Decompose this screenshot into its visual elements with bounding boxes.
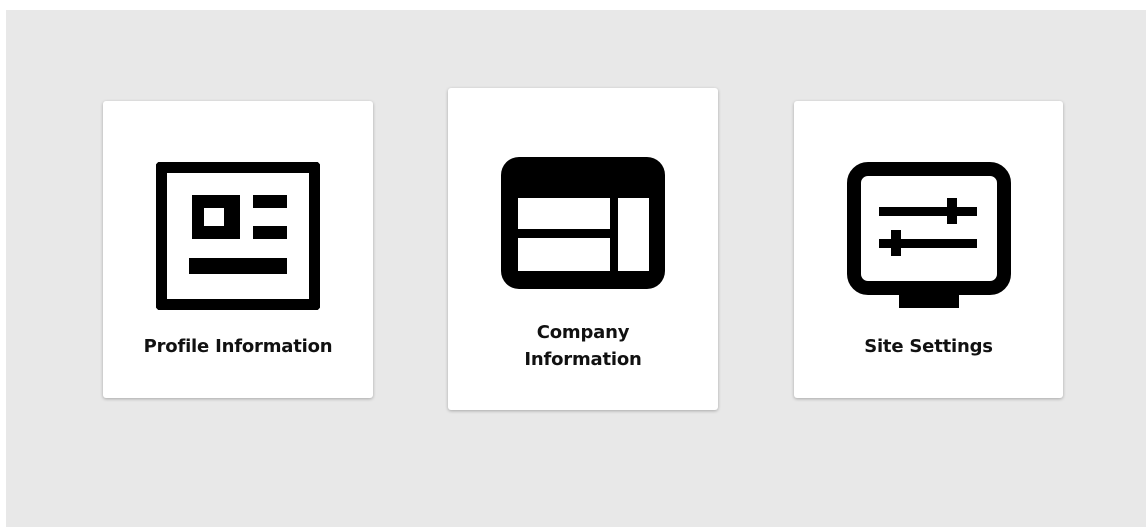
profile-card-icon xyxy=(156,162,320,310)
profile-information-label: Profile Information xyxy=(143,336,333,357)
company-layout-icon xyxy=(501,157,665,289)
company-information-label: Company Information xyxy=(524,322,642,370)
site-settings-label: Site Settings xyxy=(864,336,993,357)
company-information-card[interactable]: Company Information xyxy=(448,88,718,410)
site-settings-card[interactable]: Site Settings xyxy=(794,101,1063,398)
monitor-settings-icon xyxy=(847,162,1011,308)
profile-information-card[interactable]: Profile Information xyxy=(103,101,373,398)
